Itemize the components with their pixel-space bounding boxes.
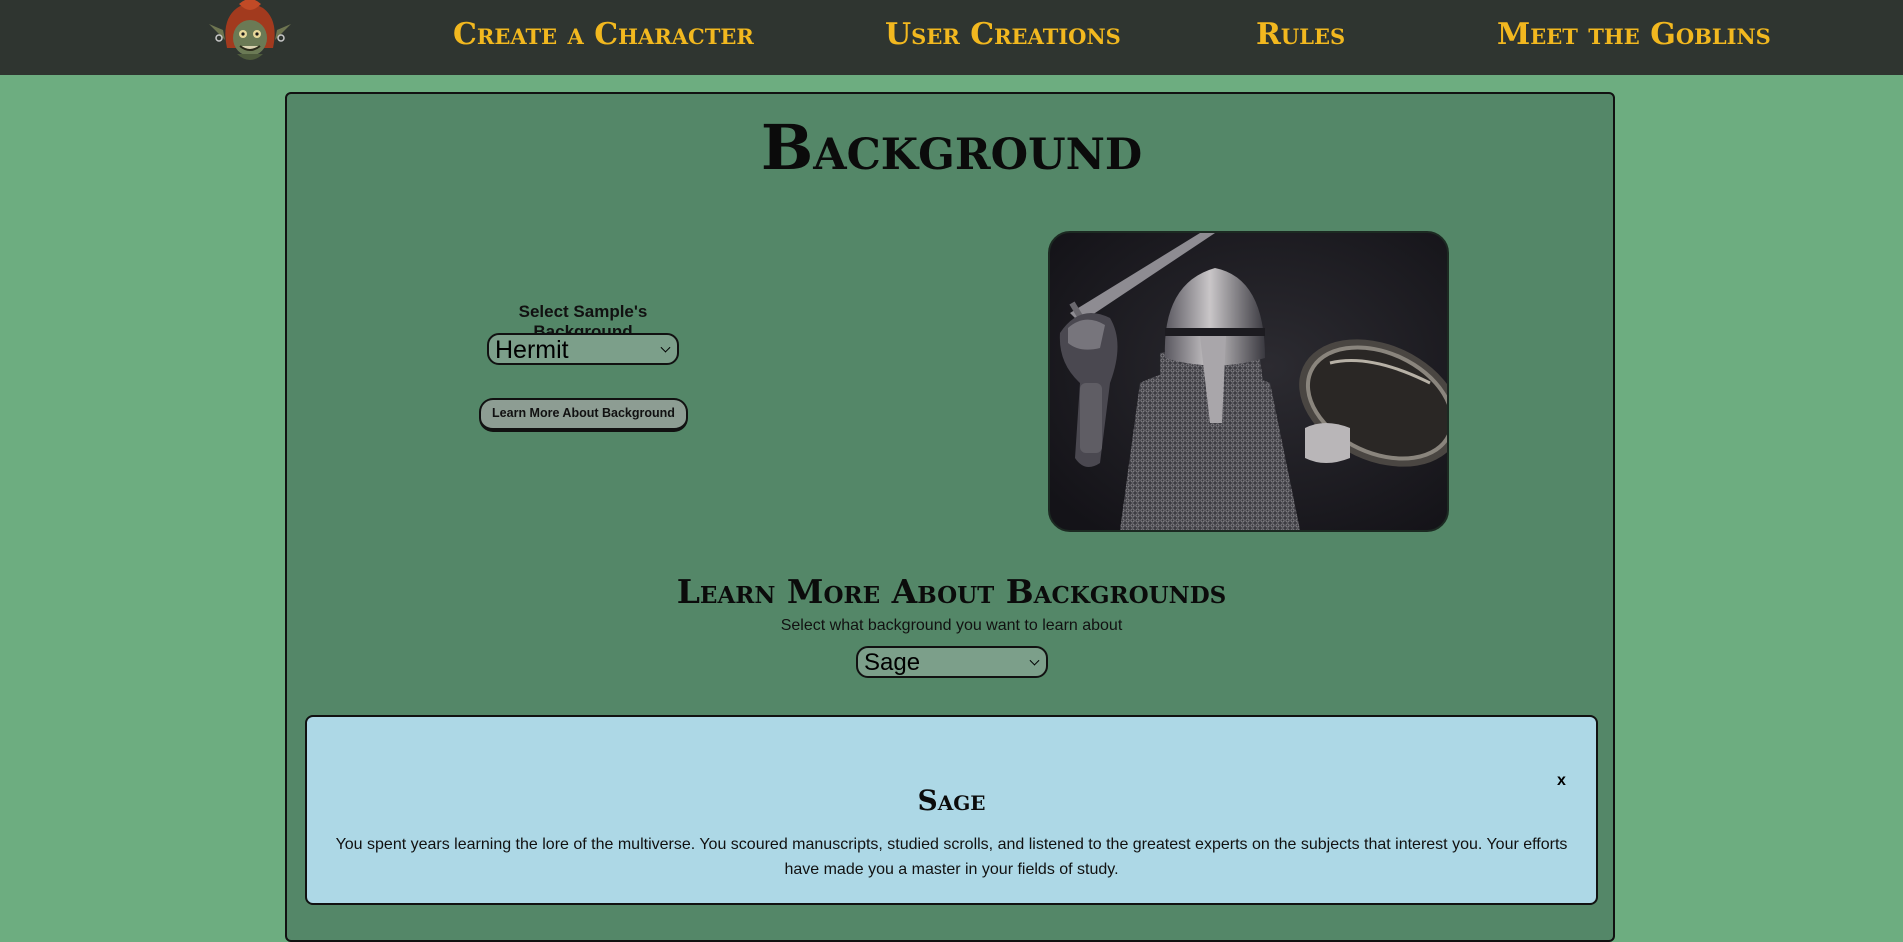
learn-more-section-title: Learn More About Backgrounds bbox=[676, 572, 1227, 611]
nav-rules-link[interactable]: Rules bbox=[1256, 15, 1345, 55]
sample-background-selected-value: Hermit bbox=[495, 336, 569, 364]
nav-meet-the-goblins-link[interactable]: Meet the Goblins bbox=[1497, 15, 1771, 55]
nav-create-a-character-link[interactable]: Create a Character bbox=[453, 15, 754, 55]
sample-background-select[interactable]: Hermit bbox=[487, 333, 679, 365]
knight-image bbox=[1048, 231, 1449, 532]
learn-more-about-background-button[interactable]: Learn More About Background bbox=[479, 398, 688, 432]
learn-background-selected-value: Sage bbox=[864, 649, 921, 676]
learn-background-select[interactable]: Sage bbox=[856, 646, 1048, 678]
card-description: You spent years learning the lore of the… bbox=[335, 836, 1568, 878]
top-navigation-bar: Create a Character User Creations Rules … bbox=[0, 0, 1903, 75]
goblin-logo-icon[interactable] bbox=[209, 0, 291, 66]
chevron-down-icon bbox=[660, 342, 671, 353]
card-title: Sage bbox=[917, 784, 986, 817]
nav-user-creations-link[interactable]: User Creations bbox=[885, 15, 1121, 55]
learn-more-section-subtitle: Select what background you want to learn… bbox=[780, 617, 1123, 634]
chevron-down-icon bbox=[1029, 655, 1040, 666]
page-title: Background bbox=[760, 111, 1143, 184]
